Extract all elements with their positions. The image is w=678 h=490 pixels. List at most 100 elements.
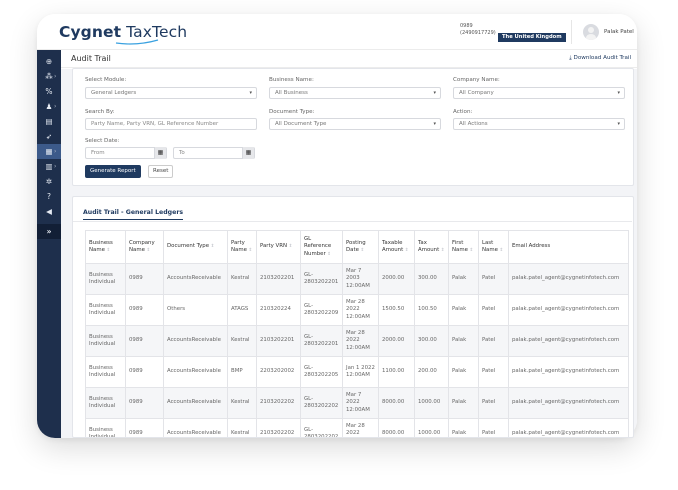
download-label: Download Audit Trail: [573, 55, 631, 61]
table-cell: 0989: [125, 325, 164, 357]
calendar-icon[interactable]: ▦: [242, 147, 254, 159]
table-cell: 8000.00: [378, 387, 415, 419]
sidebar-item-send[interactable]: ➶: [37, 129, 61, 144]
reset-button[interactable]: Reset: [148, 165, 174, 178]
sort-icon[interactable]: ⇕: [145, 248, 150, 253]
action-select-value: All Actions: [459, 121, 488, 127]
column-header[interactable]: Taxable Amount ⇕: [378, 230, 415, 264]
table-cell: Palak: [448, 325, 479, 357]
table-row[interactable]: Business Individual 0989 AccountsReceivabl…: [85, 387, 629, 419]
table-cell: Patel: [478, 387, 509, 419]
sidebar-item-document[interactable]: ▤: [37, 114, 61, 129]
column-header-label: Document Type: [167, 243, 210, 250]
tab-general-ledgers[interactable]: Audit Trail - General Ledgers: [83, 209, 184, 220]
sidebar-item-help[interactable]: ?: [37, 189, 61, 204]
column-header[interactable]: Posting Date ⇕: [342, 230, 379, 264]
table-cell: Business Individual: [85, 263, 126, 295]
table-cell: 200.00: [414, 356, 449, 388]
sort-icon[interactable]: ⇕: [209, 244, 214, 249]
column-header[interactable]: Last Name ⇕: [478, 230, 509, 264]
column-header[interactable]: Party Name ⇕: [227, 230, 257, 264]
dashboard-icon: ⊕: [45, 57, 53, 66]
avatar[interactable]: [583, 24, 599, 40]
table-cell: Mar 7 2003 12:00AM: [342, 263, 379, 295]
table-cell: Mar 7 2022 12:00AM: [342, 387, 379, 419]
table-cell: 0989: [125, 356, 164, 388]
table-cell: ATAGS: [227, 294, 257, 326]
company-code: 0989 (2490917729): [460, 23, 496, 37]
column-header[interactable]: Company Name ⇕: [125, 230, 164, 264]
table-cell: Kestral: [227, 418, 257, 437]
chevron-down-icon: ▾: [433, 121, 436, 127]
sidebar-item-file[interactable]: ▥ ›: [37, 159, 61, 174]
table-cell: Kestral: [227, 263, 257, 295]
sort-icon[interactable]: ⇕: [287, 244, 292, 249]
table-cell: Palak: [448, 387, 479, 419]
table-cell: 1000.00: [414, 387, 449, 419]
audit-trail-table: Business Name ⇕ Company Name ⇕ Document Ty…: [85, 230, 629, 437]
table-row[interactable]: Business Individual 0989 AccountsReceivabl…: [85, 263, 629, 295]
sidebar-item-user[interactable]: ♟ ›: [37, 99, 61, 114]
sidebar-item-reports[interactable]: ▦ ›: [37, 144, 61, 159]
chevron-right-icon: ›: [54, 148, 57, 155]
sidebar-item-org-chart[interactable]: ⁂ ›: [37, 69, 61, 84]
calendar-icon[interactable]: ▦: [154, 147, 166, 159]
table-row[interactable]: Business Individual 0989 AccountsReceivabl…: [85, 356, 629, 388]
sidebar-item-percent[interactable]: %: [37, 84, 61, 99]
sort-icon[interactable]: ⇕: [498, 248, 503, 253]
table-row[interactable]: Business Individual 0989 AccountsReceivabl…: [85, 325, 629, 357]
column-header-label: Party VRN: [260, 243, 288, 250]
download-audit-trail-link[interactable]: ⤓ Download Audit Trail: [569, 55, 631, 62]
table-cell: palak.patel_agent@cygnetinfotech.com: [508, 387, 629, 419]
from-date-input[interactable]: From ▦: [85, 147, 167, 159]
sidebar-item-announce[interactable]: ◀: [37, 204, 61, 219]
region-badge[interactable]: The United Kingdom: [498, 33, 566, 42]
business-select-value: All Business: [275, 90, 308, 96]
search-placeholder: Party Name, Party VRN, GL Reference Numb…: [91, 121, 219, 127]
send-icon: ➶: [45, 132, 53, 141]
to-date-input[interactable]: To ▦: [173, 147, 255, 159]
sort-icon[interactable]: ⇕: [439, 248, 445, 253]
company-code-number: 0989: [460, 23, 473, 29]
announce-icon: ◀: [46, 207, 52, 216]
doctype-select[interactable]: All Document Type ▾: [269, 118, 441, 130]
document-icon: ▤: [45, 117, 53, 126]
user-name[interactable]: Palak Patel: [604, 29, 634, 35]
to-placeholder: To: [179, 150, 185, 156]
sort-icon[interactable]: ⇕: [403, 248, 409, 253]
table-cell: AccountsReceivable: [163, 325, 228, 357]
column-header[interactable]: Business Name ⇕: [85, 230, 126, 264]
table-cell: 2103202201: [256, 325, 301, 357]
action-select[interactable]: All Actions ▾: [453, 118, 625, 130]
sort-icon[interactable]: ⇕: [359, 248, 364, 253]
column-header[interactable]: Document Type ⇕: [163, 230, 228, 264]
table-cell: Kestral: [227, 387, 257, 419]
table-row[interactable]: Business Individual 0989 AccountsReceivabl…: [85, 418, 629, 437]
sort-icon[interactable]: ⇕: [468, 248, 473, 253]
column-header-label: Party Name: [231, 239, 247, 253]
sort-icon[interactable]: ⇕: [247, 248, 252, 253]
module-select-value: General Ledgers: [91, 90, 137, 96]
module-select[interactable]: General Ledgers ▾: [85, 87, 257, 99]
column-header[interactable]: GL Reference Number ⇕: [300, 230, 343, 264]
table-cell: AccountsReceivable: [163, 356, 228, 388]
column-header[interactable]: First Name ⇕: [448, 230, 479, 264]
table-cell: 0989: [125, 418, 164, 437]
search-input[interactable]: Party Name, Party VRN, GL Reference Numb…: [85, 118, 257, 130]
table-cell: 1100.00: [378, 356, 415, 388]
column-header[interactable]: Party VRN ⇕: [256, 230, 301, 264]
column-header[interactable]: Tax Amount ⇕: [414, 230, 449, 264]
table-cell: palak.patel_agent@cygnetinfotech.com: [508, 418, 629, 437]
user-icon: ♟: [45, 102, 53, 111]
sidebar-item-expand[interactable]: »: [37, 224, 61, 239]
sidebar-item-dashboard[interactable]: ⊕: [37, 54, 61, 69]
table-row[interactable]: Business Individual 0989 Others ATAGS 210320…: [85, 294, 629, 326]
sort-icon[interactable]: ⇕: [105, 248, 110, 253]
sort-icon[interactable]: ⇕: [326, 252, 331, 257]
column-header-label: Taxable Amount: [382, 239, 404, 253]
column-header[interactable]: Email Address: [508, 230, 629, 264]
sidebar-item-settings[interactable]: ✲: [37, 174, 61, 189]
company-select[interactable]: All Company ▾: [453, 87, 625, 99]
business-select[interactable]: All Business ▾: [269, 87, 441, 99]
generate-report-button[interactable]: Generate Report: [85, 165, 141, 178]
